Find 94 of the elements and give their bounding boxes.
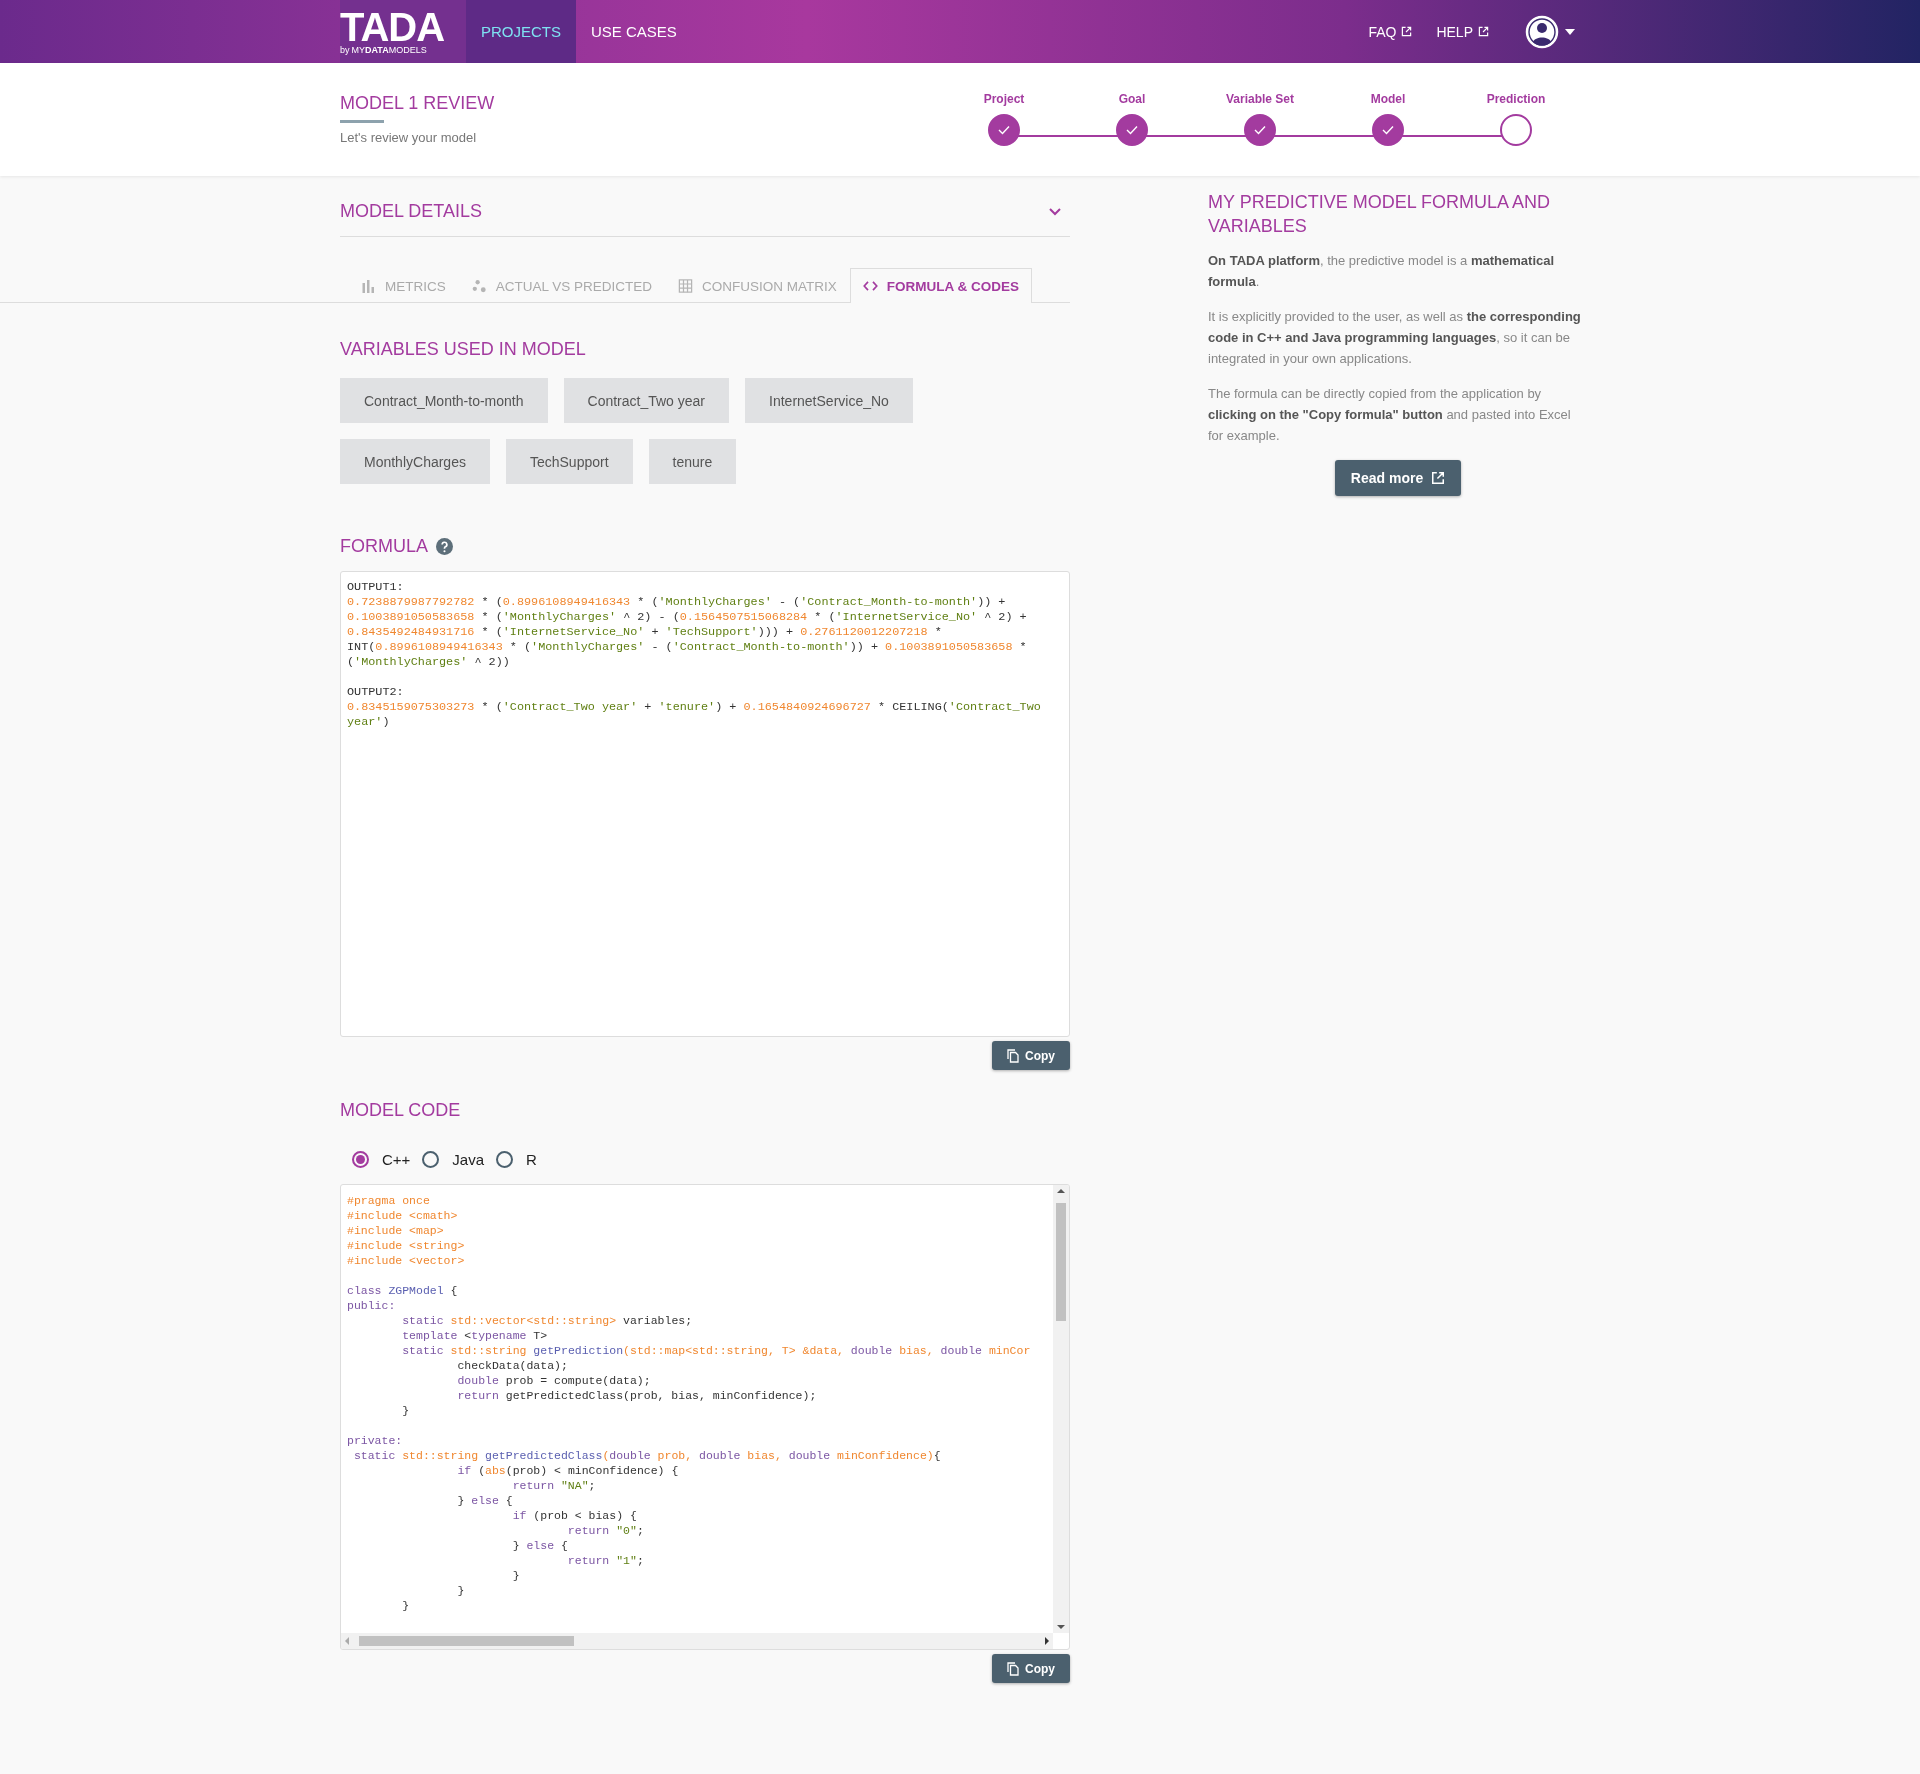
language-radio[interactable]: Java xyxy=(422,1151,485,1168)
code-icon xyxy=(862,279,878,293)
variable-chip: tenure xyxy=(648,439,737,484)
step-label: Variable Set xyxy=(1225,92,1294,108)
read-more-button[interactable]: Read more xyxy=(1334,460,1462,496)
page-title: MODEL 1 REVIEW xyxy=(340,93,496,114)
code-line: static std::vector<std::string> variables; xyxy=(401,1313,693,1328)
code-line: #pragma once xyxy=(347,1193,430,1208)
nav-tab[interactable]: USE CASES xyxy=(576,0,692,63)
code-line: checkData(data); xyxy=(456,1358,568,1373)
section-title: MODEL DETAILS xyxy=(340,200,483,222)
help-link[interactable]: FAQ xyxy=(1356,0,1425,63)
check-icon xyxy=(1126,125,1138,135)
code-line: OUTPUT1: xyxy=(347,580,404,595)
code-line: OUTPUT2: xyxy=(347,685,404,700)
code-line: } xyxy=(456,1583,465,1598)
code-line: return "0"; xyxy=(566,1523,644,1538)
caret-icon xyxy=(1565,28,1575,35)
external-link-icon xyxy=(1431,471,1446,485)
code-line: } else { xyxy=(511,1538,568,1553)
code-line: INT(0.8996108949416343 * ('MonthlyCharges' - ('Contract_Month-to-month')) + 0.1003891050583658 * xyxy=(347,640,1027,655)
step-label: Goal xyxy=(1118,92,1146,108)
step-label: Project xyxy=(983,92,1025,108)
scrollbar[interactable] xyxy=(1053,1185,1069,1633)
code-line: } xyxy=(401,1598,410,1613)
code-line: static std::string getPrediction(std::map<std::string, T> &data, double bias, double minCor xyxy=(401,1343,1031,1358)
radio-label: R xyxy=(526,1151,537,1168)
variable-chip: InternetService_No xyxy=(745,378,913,423)
copy-button[interactable]: Copy xyxy=(992,1041,1070,1070)
copy-icon xyxy=(1007,1661,1019,1676)
code-line: 0.7238879987792782 * (0.8996108949416343 * ('MonthlyCharges' - ('Contract_Month-to-month')) + xyxy=(347,595,1006,610)
code-line: #include <map> xyxy=(347,1223,444,1238)
check-icon xyxy=(998,125,1010,135)
scrollbar[interactable] xyxy=(341,1633,1053,1649)
code-line: template <typename T> xyxy=(401,1328,548,1343)
code-line: if (abs(prob) < minConfidence) { xyxy=(456,1463,679,1478)
language-radio[interactable]: R xyxy=(496,1151,537,1168)
section-title: FORMULA xyxy=(340,536,428,557)
bar-chart-icon xyxy=(361,279,376,293)
code-line: ('MonthlyCharges' ^ 2)) xyxy=(347,655,510,670)
radio-label: Java xyxy=(452,1151,485,1168)
section-title: MODEL CODE xyxy=(340,1100,462,1121)
step-marker[interactable] xyxy=(1116,114,1148,146)
scatter-icon xyxy=(471,279,487,293)
variable-chip: Contract_Month-to-month xyxy=(340,378,548,423)
code-line: } xyxy=(401,1403,410,1418)
copy-icon xyxy=(1007,1048,1019,1063)
tab[interactable]: FORMULA & CODES xyxy=(849,268,1033,303)
code-line: return "NA"; xyxy=(511,1478,596,1493)
copy-button[interactable]: Copy xyxy=(992,1654,1070,1683)
step-marker[interactable] xyxy=(988,114,1020,146)
code-line: } xyxy=(511,1568,520,1583)
radio-label: C++ xyxy=(382,1151,411,1168)
code-line: 0.8435492484931716 * ('InternetService_No' + 'TechSupport'))) + 0.2761120012207218 * xyxy=(347,625,942,640)
variable-chip: MonthlyCharges xyxy=(340,439,490,484)
step-marker[interactable] xyxy=(1372,114,1404,146)
code-line: 0.8345159075303273 * ('Contract_Two year' + 'tenure') + 0.1654840924696727 * CEILING('Contract_Two xyxy=(347,700,1041,715)
nav-tab[interactable]: PROJECTS xyxy=(466,0,576,63)
code-line: return getPredictedClass(prob, bias, minConfidence); xyxy=(456,1388,817,1403)
code-line: if (prob < bias) { xyxy=(511,1508,637,1523)
code-line: 0.1003891050583658 * ('MonthlyCharges' ^ 2) - (0.1564507515068284 * ('InternetService_No' ^ 2) + xyxy=(347,610,1027,625)
code-line: return "1"; xyxy=(566,1553,644,1568)
chevron-icon[interactable] xyxy=(1048,206,1062,216)
code-line: private: xyxy=(347,1433,403,1448)
page-subtitle: Let's review your model xyxy=(340,130,478,145)
info-paragraph: On TADA platform, the predictive model is a mathematical formula. xyxy=(1208,252,1556,291)
grid-icon xyxy=(678,279,694,293)
step-label: Prediction xyxy=(1486,92,1546,108)
info-paragraph: It is explicitly provided to the user, as well as the corresponding code in C++ and Java programming languages, so it can be integrated in your own applications. xyxy=(1208,308,1582,368)
check-icon xyxy=(1254,125,1266,135)
info-paragraph: The formula can be directly copied from the application by clicking on the "Copy formula" button and pasted into Excel for example. xyxy=(1208,385,1572,445)
section-title: VARIABLES USED IN MODEL xyxy=(340,339,587,360)
code-line: #include <vector> xyxy=(347,1253,465,1268)
code-line: static std::string getPredictedClass(double prob, double bias, double minConfidence){ xyxy=(352,1448,941,1463)
code-line: #include <cmath> xyxy=(347,1208,458,1223)
variable-chip: TechSupport xyxy=(505,439,633,484)
code-line: } else { xyxy=(456,1493,513,1508)
step-label: Model xyxy=(1370,92,1406,108)
step-marker[interactable] xyxy=(1500,114,1532,146)
step-marker[interactable] xyxy=(1244,114,1276,146)
external-link-icon xyxy=(1478,26,1489,37)
code-line: class ZGPModel { xyxy=(347,1283,458,1298)
variable-chip: Contract_Two year xyxy=(563,378,730,423)
language-radio[interactable]: C++ xyxy=(352,1151,411,1168)
check-icon xyxy=(1382,125,1394,135)
code-line: public: xyxy=(347,1298,396,1313)
help-icon[interactable] xyxy=(436,538,453,555)
info-title: MY PREDICTIVE MODEL FORMULA AND VARIABLES xyxy=(1208,191,1552,238)
user-avatar-icon xyxy=(1525,14,1559,49)
code-line: year') xyxy=(347,715,390,730)
code-line: double prob = compute(data); xyxy=(456,1373,651,1388)
external-link-icon xyxy=(1401,26,1413,37)
code-line: #include <string> xyxy=(347,1238,465,1253)
help-link[interactable]: HELP xyxy=(1424,0,1501,63)
